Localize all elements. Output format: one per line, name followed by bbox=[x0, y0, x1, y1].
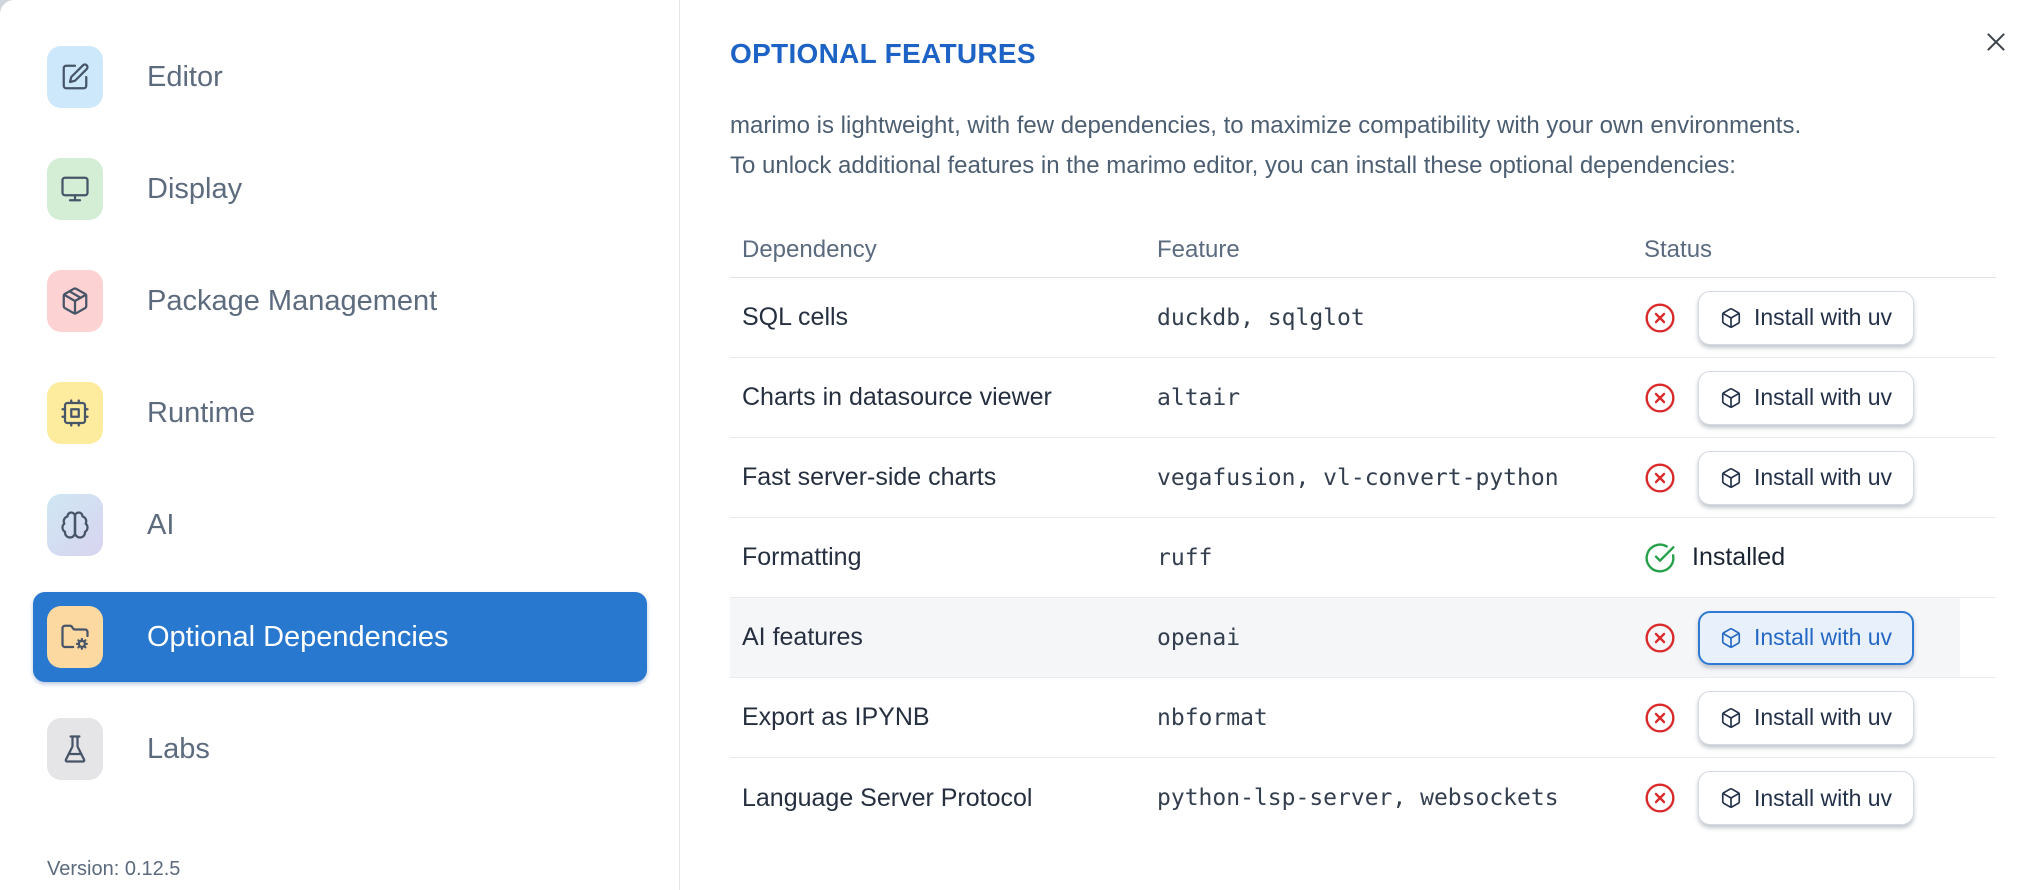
circle-x-icon bbox=[1644, 622, 1676, 654]
flask-icon bbox=[47, 718, 103, 780]
install-with-uv-button[interactable]: Install with uv bbox=[1698, 610, 1915, 665]
install-with-uv-button[interactable]: Install with uv bbox=[1698, 690, 1915, 745]
dependency-name: Export as IPYNB bbox=[742, 703, 930, 731]
description-line: To unlock additional features in the mar… bbox=[730, 152, 1736, 179]
dependency-name: Language Server Protocol bbox=[742, 783, 1033, 812]
box-icon bbox=[1720, 627, 1742, 649]
install-button-label: Install with uv bbox=[1754, 784, 1893, 811]
install-with-uv-button[interactable]: Install with uv bbox=[1698, 370, 1915, 425]
brain-icon bbox=[47, 494, 103, 556]
box-icon bbox=[1720, 307, 1742, 329]
package-icon bbox=[47, 270, 103, 332]
feature-packages: vegafusion, vl-convert-python bbox=[1157, 464, 1559, 491]
circle-x-icon bbox=[1644, 462, 1676, 494]
table-row: Language Server Protocol python-lsp-serv… bbox=[730, 758, 1996, 838]
install-button-label: Install with uv bbox=[1754, 384, 1893, 410]
circle-x-icon bbox=[1644, 302, 1676, 334]
dependency-name: Charts in datasource viewer bbox=[742, 383, 1052, 411]
column-header-status: Status bbox=[1644, 235, 1713, 263]
description-line: marimo is lightweight, with few dependen… bbox=[730, 112, 1802, 139]
install-button-label: Install with uv bbox=[1754, 704, 1893, 730]
feature-packages: duckdb, sqlglot bbox=[1157, 304, 1365, 331]
box-icon bbox=[1720, 787, 1742, 809]
table-row: Fast server-side charts vegafusion, vl-c… bbox=[730, 438, 1996, 518]
status-cell: Install with uv bbox=[1632, 290, 1996, 345]
install-button-label: Install with uv bbox=[1754, 464, 1893, 490]
sidebar-item-package-management[interactable]: Package Management bbox=[33, 256, 647, 346]
pencil-square-icon bbox=[47, 46, 103, 108]
table-header-row: Dependency Feature Status bbox=[730, 222, 1996, 278]
circle-check-icon bbox=[1644, 542, 1676, 574]
status-cell: Install with uv bbox=[1632, 690, 1996, 745]
install-with-uv-button[interactable]: Install with uv bbox=[1698, 450, 1915, 505]
cpu-icon bbox=[47, 382, 103, 444]
panel-description: marimo is lightweight, with few dependen… bbox=[730, 106, 1996, 186]
feature-packages: nbformat bbox=[1157, 704, 1268, 731]
dependency-name: Fast server-side charts bbox=[742, 463, 997, 491]
sidebar-item-label: Editor bbox=[147, 60, 223, 93]
install-button-label: Install with uv bbox=[1754, 304, 1893, 330]
sidebar-item-labs[interactable]: Labs bbox=[33, 704, 647, 794]
status-cell: Install with uv bbox=[1632, 450, 1996, 505]
dependency-name: SQL cells bbox=[742, 303, 849, 331]
sidebar-item-label: Runtime bbox=[147, 396, 255, 429]
table-row: AI features openai Install with uv bbox=[730, 598, 1996, 678]
settings-dialog: Editor Display Package Management Runtim… bbox=[0, 0, 2042, 890]
optional-features-panel: OPTIONAL FEATURES marimo is lightweight,… bbox=[680, 0, 2042, 890]
status-cell: Installed bbox=[1632, 542, 1996, 574]
install-with-uv-button[interactable]: Install with uv bbox=[1698, 771, 1915, 825]
sidebar-item-label: Optional Dependencies bbox=[147, 620, 449, 653]
sidebar-item-ai[interactable]: AI bbox=[33, 480, 647, 570]
status-cell: Install with uv bbox=[1632, 771, 1996, 825]
table-row: SQL cells duckdb, sqlglot Install with u… bbox=[730, 278, 1996, 358]
feature-packages: python-lsp-server, websockets bbox=[1157, 785, 1559, 811]
sidebar-item-editor[interactable]: Editor bbox=[33, 32, 647, 122]
install-with-uv-button[interactable]: Install with uv bbox=[1698, 290, 1915, 345]
status-cell: Install with uv bbox=[1632, 610, 1996, 665]
feature-packages: altair bbox=[1157, 384, 1241, 411]
sidebar-item-label: Package Management bbox=[147, 284, 438, 317]
box-icon bbox=[1720, 467, 1742, 489]
installed-status-label: Installed bbox=[1692, 543, 1786, 571]
table-row: Charts in datasource viewer altair Insta… bbox=[730, 358, 1996, 438]
feature-packages: openai bbox=[1157, 624, 1241, 651]
circle-x-icon bbox=[1644, 702, 1676, 734]
folder-gear-icon bbox=[47, 606, 103, 668]
monitor-icon bbox=[47, 158, 103, 220]
circle-x-icon bbox=[1644, 782, 1676, 814]
box-icon bbox=[1720, 387, 1742, 409]
version-label: Version: 0.12.5 bbox=[47, 858, 181, 880]
close-icon bbox=[1983, 29, 2009, 55]
feature-packages: ruff bbox=[1157, 544, 1213, 571]
sidebar-item-optional-dependencies[interactable]: Optional Dependencies bbox=[33, 592, 647, 682]
sidebar-item-label: Labs bbox=[147, 732, 210, 765]
table-row: Export as IPYNB nbformat Install with uv bbox=[730, 678, 1996, 758]
column-header-dependency: Dependency bbox=[742, 235, 877, 263]
optional-dependencies-table: Dependency Feature Status SQL cells duck… bbox=[730, 222, 1996, 838]
box-icon bbox=[1720, 707, 1742, 729]
install-button-label: Install with uv bbox=[1754, 624, 1893, 650]
dependency-name: Formatting bbox=[742, 543, 862, 571]
sidebar-item-display[interactable]: Display bbox=[33, 144, 647, 234]
circle-x-icon bbox=[1644, 382, 1676, 414]
status-cell: Install with uv bbox=[1632, 370, 1996, 425]
table-row: Formatting ruff Installed bbox=[730, 518, 1996, 598]
sidebar-item-runtime[interactable]: Runtime bbox=[33, 368, 647, 458]
column-header-feature: Feature bbox=[1157, 235, 1240, 263]
sidebar-item-label: Display bbox=[147, 172, 243, 205]
page-title: OPTIONAL FEATURES bbox=[730, 38, 1036, 69]
close-button[interactable] bbox=[1978, 24, 2014, 60]
sidebar-item-label: AI bbox=[147, 508, 175, 541]
settings-sidebar: Editor Display Package Management Runtim… bbox=[0, 0, 680, 890]
dependency-name: AI features bbox=[742, 623, 863, 651]
